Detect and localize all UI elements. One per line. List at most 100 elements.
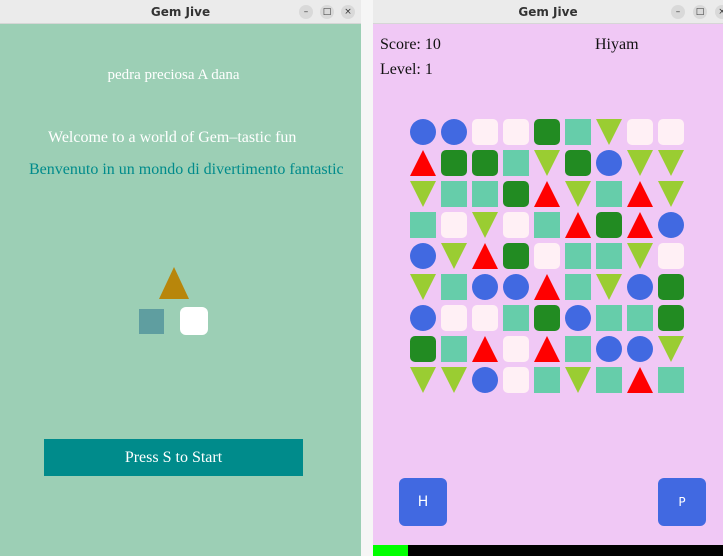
gem-tri-up[interactable] (565, 212, 591, 238)
gem-green-square[interactable] (534, 119, 560, 145)
gem-circle[interactable] (596, 150, 622, 176)
gem-circle[interactable] (596, 336, 622, 362)
gem-tri-down[interactable] (441, 367, 467, 393)
gem-circle[interactable] (410, 305, 436, 331)
gem-tri-down[interactable] (565, 181, 591, 207)
gem-teal-square[interactable] (596, 181, 622, 207)
welcome-screen: pedra preciosa A dana Welcome to a world… (0, 24, 361, 556)
title-bar[interactable]: Gem Jive – □ × (373, 0, 723, 24)
gem-tri-down[interactable] (441, 243, 467, 269)
gem-green-square[interactable] (658, 274, 684, 300)
logo-square (139, 309, 164, 334)
gem-circle[interactable] (565, 305, 591, 331)
gem-tri-down[interactable] (410, 274, 436, 300)
gem-teal-square[interactable] (441, 336, 467, 362)
close-icon[interactable]: × (715, 5, 723, 19)
gem-circle[interactable] (627, 336, 653, 362)
gem-tri-down[interactable] (658, 181, 684, 207)
minimize-icon[interactable]: – (671, 5, 685, 19)
title-bar[interactable]: Gem Jive – □ × (0, 0, 361, 24)
gem-green-square[interactable] (565, 150, 591, 176)
gem-pink-square[interactable] (472, 119, 498, 145)
gem-tri-up[interactable] (472, 243, 498, 269)
gem-pink-square[interactable] (534, 243, 560, 269)
gem-pink-square[interactable] (503, 367, 529, 393)
gem-tri-down[interactable] (565, 367, 591, 393)
gem-circle[interactable] (472, 367, 498, 393)
gem-pink-square[interactable] (503, 336, 529, 362)
gem-green-square[interactable] (596, 212, 622, 238)
gem-teal-square[interactable] (441, 274, 467, 300)
gem-tri-up[interactable] (534, 336, 560, 362)
gem-teal-square[interactable] (596, 305, 622, 331)
gem-teal-square[interactable] (534, 367, 560, 393)
gem-tri-up[interactable] (534, 274, 560, 300)
gem-tri-down[interactable] (534, 150, 560, 176)
gem-tri-down[interactable] (472, 212, 498, 238)
gem-green-square[interactable] (534, 305, 560, 331)
gem-board[interactable] (373, 24, 723, 424)
gem-green-square[interactable] (658, 305, 684, 331)
gem-teal-square[interactable] (627, 305, 653, 331)
gem-teal-square[interactable] (565, 119, 591, 145)
gem-circle[interactable] (658, 212, 684, 238)
gem-teal-square[interactable] (441, 181, 467, 207)
logo-rounded-square (180, 307, 208, 335)
gem-circle[interactable] (503, 274, 529, 300)
gem-tri-down[interactable] (596, 119, 622, 145)
gem-tri-up[interactable] (472, 336, 498, 362)
minimize-icon[interactable]: – (299, 5, 313, 19)
gem-tri-down[interactable] (658, 336, 684, 362)
p-button[interactable]: P (658, 478, 706, 526)
progress-bar-fill (373, 545, 408, 556)
gem-teal-square[interactable] (658, 367, 684, 393)
gem-pink-square[interactable] (658, 243, 684, 269)
gem-tri-up[interactable] (627, 212, 653, 238)
close-icon[interactable]: × (341, 5, 355, 19)
gem-teal-square[interactable] (565, 274, 591, 300)
gem-tri-up[interactable] (534, 181, 560, 207)
gem-circle[interactable] (627, 274, 653, 300)
gem-circle[interactable] (441, 119, 467, 145)
gem-green-square[interactable] (472, 150, 498, 176)
gem-tri-up[interactable] (627, 181, 653, 207)
gem-teal-square[interactable] (410, 212, 436, 238)
progress-bar (373, 545, 723, 556)
gem-teal-square[interactable] (503, 305, 529, 331)
gem-pink-square[interactable] (658, 119, 684, 145)
gem-circle[interactable] (472, 274, 498, 300)
gem-teal-square[interactable] (565, 243, 591, 269)
gem-pink-square[interactable] (441, 212, 467, 238)
gem-tri-down[interactable] (658, 150, 684, 176)
gem-teal-square[interactable] (596, 367, 622, 393)
gem-pink-square[interactable] (503, 212, 529, 238)
gem-teal-square[interactable] (534, 212, 560, 238)
gem-tri-up[interactable] (410, 150, 436, 176)
gem-teal-square[interactable] (503, 150, 529, 176)
h-button[interactable]: H (399, 478, 447, 526)
maximize-icon[interactable]: □ (693, 5, 707, 19)
gem-tri-down[interactable] (627, 150, 653, 176)
gem-tri-up[interactable] (627, 367, 653, 393)
gem-pink-square[interactable] (627, 119, 653, 145)
gem-teal-square[interactable] (565, 336, 591, 362)
gem-teal-square[interactable] (472, 181, 498, 207)
start-button[interactable]: Press S to Start (44, 439, 303, 476)
logo-triangle (159, 267, 189, 299)
gem-circle[interactable] (410, 243, 436, 269)
gem-green-square[interactable] (441, 150, 467, 176)
maximize-icon[interactable]: □ (320, 5, 334, 19)
gem-pink-square[interactable] (441, 305, 467, 331)
desktop-gap (361, 0, 373, 556)
gem-circle[interactable] (410, 119, 436, 145)
gem-tri-down[interactable] (410, 367, 436, 393)
gem-tri-down[interactable] (410, 181, 436, 207)
gem-green-square[interactable] (503, 181, 529, 207)
gem-pink-square[interactable] (472, 305, 498, 331)
gem-pink-square[interactable] (503, 119, 529, 145)
gem-green-square[interactable] (410, 336, 436, 362)
gem-teal-square[interactable] (596, 243, 622, 269)
gem-green-square[interactable] (503, 243, 529, 269)
gem-tri-down[interactable] (627, 243, 653, 269)
gem-tri-down[interactable] (596, 274, 622, 300)
